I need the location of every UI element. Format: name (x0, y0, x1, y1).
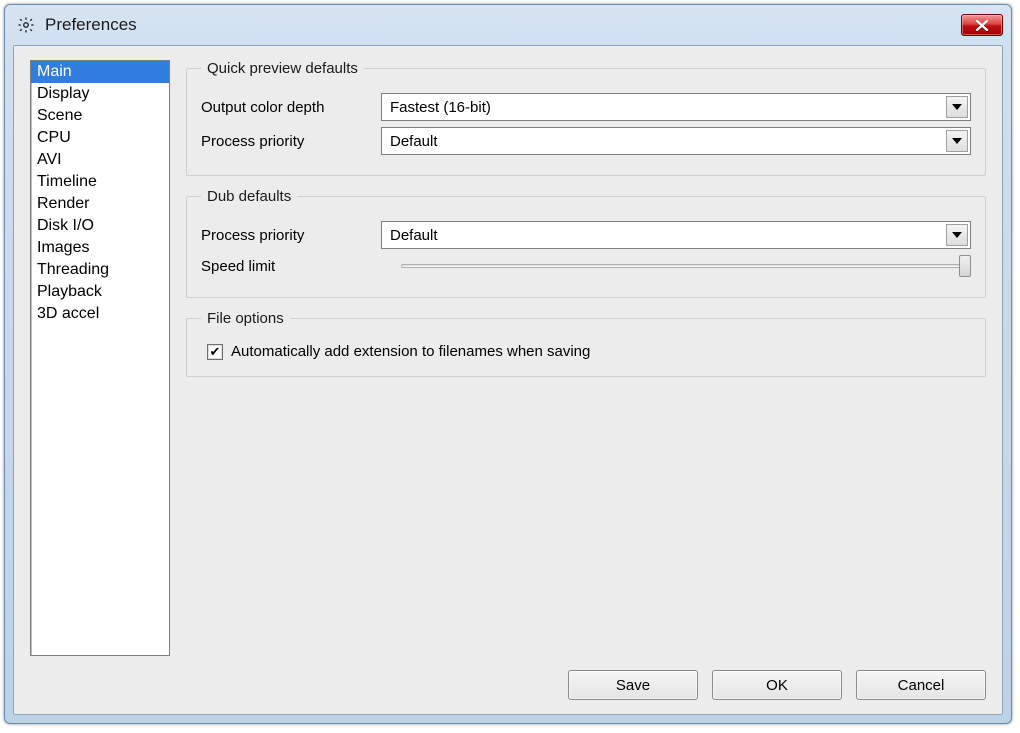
client-area: MainDisplaySceneCPUAVITimelineRenderDisk… (13, 45, 1003, 715)
color-depth-combo[interactable]: Fastest (16-bit) (381, 93, 971, 121)
qp-priority-combo[interactable]: Default (381, 127, 971, 155)
dialog-buttons: Save OK Cancel (30, 670, 986, 700)
save-button[interactable]: Save (568, 670, 698, 700)
chevron-down-icon (946, 96, 968, 118)
sidebar-item-cpu[interactable]: CPU (31, 127, 169, 149)
qp-priority-label: Process priority (201, 133, 381, 150)
sidebar-item-timeline[interactable]: Timeline (31, 171, 169, 193)
sidebar-item-display[interactable]: Display (31, 83, 169, 105)
settings-panel: Quick preview defaults Output color dept… (186, 60, 986, 656)
sidebar-item-main[interactable]: Main (31, 61, 169, 83)
sidebar-item-3d-accel[interactable]: 3D accel (31, 303, 169, 325)
dub-defaults-group: Dub defaults Process priority Default Sp… (186, 188, 986, 298)
preferences-icon (15, 14, 37, 36)
qp-priority-value: Default (390, 133, 946, 150)
sidebar-item-images[interactable]: Images (31, 237, 169, 259)
sidebar-item-threading[interactable]: Threading (31, 259, 169, 281)
dub-priority-combo[interactable]: Default (381, 221, 971, 249)
ok-button[interactable]: OK (712, 670, 842, 700)
preferences-window: Preferences MainDisplaySceneCPUAVITimeli… (4, 4, 1012, 724)
slider-thumb[interactable] (959, 255, 971, 277)
sidebar-item-playback[interactable]: Playback (31, 281, 169, 303)
color-depth-label: Output color depth (201, 99, 381, 116)
chevron-down-icon (946, 130, 968, 152)
window-title: Preferences (45, 15, 961, 35)
dub-priority-value: Default (390, 227, 946, 244)
speed-limit-slider[interactable] (401, 255, 971, 277)
file-legend: File options (201, 310, 290, 327)
sidebar-item-render[interactable]: Render (31, 193, 169, 215)
sidebar-item-disk-i-o[interactable]: Disk I/O (31, 215, 169, 237)
color-depth-value: Fastest (16-bit) (390, 99, 946, 116)
slider-track (401, 264, 971, 268)
file-options-group: File options ✔ Automatically add extensi… (186, 310, 986, 377)
cancel-button[interactable]: Cancel (856, 670, 986, 700)
auto-extension-checkbox[interactable]: ✔ (207, 344, 223, 360)
quick-preview-legend: Quick preview defaults (201, 60, 364, 77)
quick-preview-group: Quick preview defaults Output color dept… (186, 60, 986, 176)
dub-priority-label: Process priority (201, 227, 381, 244)
close-button[interactable] (961, 14, 1003, 36)
category-list[interactable]: MainDisplaySceneCPUAVITimelineRenderDisk… (30, 60, 170, 656)
dub-legend: Dub defaults (201, 188, 297, 205)
chevron-down-icon (946, 224, 968, 246)
auto-extension-label: Automatically add extension to filenames… (231, 343, 590, 360)
titlebar: Preferences (5, 5, 1011, 45)
speed-limit-label: Speed limit (201, 258, 381, 275)
sidebar-item-avi[interactable]: AVI (31, 149, 169, 171)
sidebar-item-scene[interactable]: Scene (31, 105, 169, 127)
